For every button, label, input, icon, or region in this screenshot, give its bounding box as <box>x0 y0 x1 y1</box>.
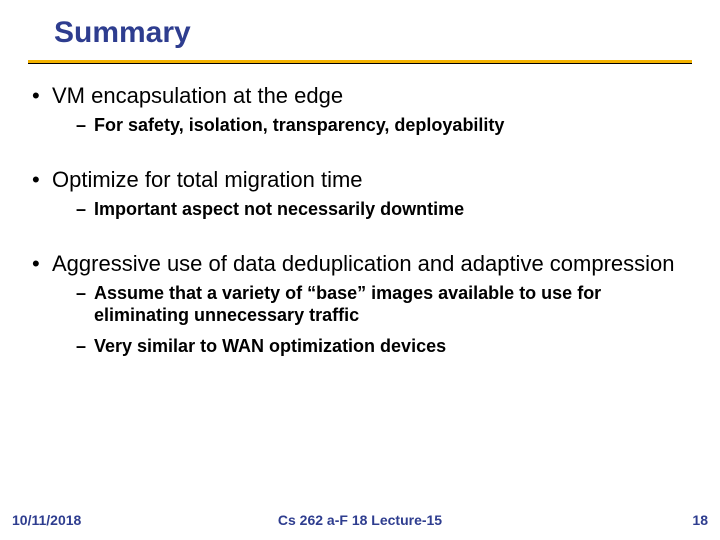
slide-title: Summary <box>54 16 191 50</box>
bullet-2: Optimize for total migration time <box>30 166 690 194</box>
bullet-2-sub-1: Important aspect not necessarily downtim… <box>30 198 690 221</box>
title-underline <box>28 60 692 64</box>
slide-content: VM encapsulation at the edge For safety,… <box>30 78 690 359</box>
slide: Summary VM encapsulation at the edge For… <box>0 0 720 540</box>
bullet-3-sub-1: Assume that a variety of “base” images a… <box>30 282 690 327</box>
bullet-1: VM encapsulation at the edge <box>30 82 690 110</box>
bullet-3: Aggressive use of data deduplication and… <box>30 250 690 278</box>
footer-center: Cs 262 a-F 18 Lecture-15 <box>0 512 720 528</box>
bullet-3-sub-2: Very similar to WAN optimization devices <box>30 335 690 358</box>
bullet-1-sub-1: For safety, isolation, transparency, dep… <box>30 114 690 137</box>
footer-page-number: 18 <box>692 512 708 528</box>
